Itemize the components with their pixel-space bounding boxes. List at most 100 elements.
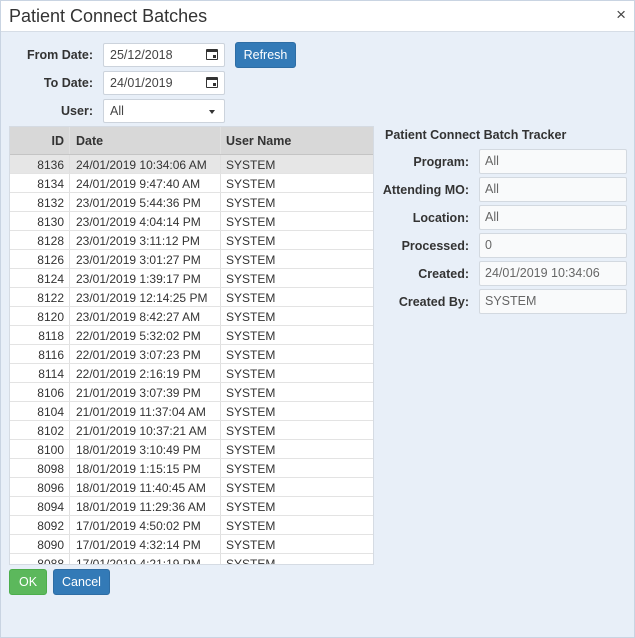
- from-date-field[interactable]: [103, 43, 225, 67]
- tracker-field-value: 24/01/2019 10:34:06 AM: [479, 261, 627, 303]
- cell-date: 22/01/2019 5:32:02 PM: [76, 329, 201, 343]
- cell-date: 23/01/2019 3:01:27 PM: [76, 253, 201, 267]
- column-header-date[interactable]: Date: [76, 134, 103, 148]
- cell-id: 8114: [38, 367, 64, 381]
- ok-button[interactable]: OK: [9, 569, 47, 595]
- table-row[interactable]: 8088 17/01/2019 4:21:19 PM SYSTEM: [10, 554, 373, 565]
- cell-date: 22/01/2019 3:07:23 PM: [76, 348, 201, 362]
- cell-id: 8094: [37, 500, 64, 514]
- close-icon[interactable]: ×: [616, 5, 626, 25]
- table-row[interactable]: 8136 24/01/2019 10:34:06 AM SYSTEM: [10, 155, 373, 174]
- cell-date: 21/01/2019 11:37:04 AM: [76, 405, 206, 419]
- table-row[interactable]: 8104 21/01/2019 11:37:04 AM SYSTEM: [10, 402, 373, 421]
- tracker-field-value: All: [479, 205, 627, 230]
- dialog-title: Patient Connect Batches: [9, 6, 208, 26]
- table-row[interactable]: 8128 23/01/2019 3:11:12 PM SYSTEM: [10, 231, 373, 250]
- cell-date: 18/01/2019 1:15:15 PM: [76, 462, 201, 476]
- cell-user-name: SYSTEM: [226, 234, 276, 248]
- cell-date: 18/01/2019 11:29:36 AM: [76, 500, 206, 514]
- cell-user-name: SYSTEM: [226, 538, 276, 552]
- cell-id: 8096: [37, 481, 64, 495]
- cell-id: 8136: [37, 158, 64, 172]
- cell-user-name: SYSTEM: [226, 196, 276, 210]
- table-row[interactable]: 8134 24/01/2019 9:47:40 AM SYSTEM: [10, 174, 373, 193]
- table-row[interactable]: 8116 22/01/2019 3:07:23 PM SYSTEM: [10, 345, 373, 364]
- calendar-icon[interactable]: [206, 49, 218, 60]
- table-row[interactable]: 8090 17/01/2019 4:32:14 PM SYSTEM: [10, 535, 373, 554]
- table-row[interactable]: 8122 23/01/2019 12:14:25 PM SYSTEM: [10, 288, 373, 307]
- batches-table: ID Date User Name 8136 24/01/2019 10:34:0…: [9, 126, 374, 565]
- cell-user-name: SYSTEM: [226, 329, 276, 343]
- cell-date: 23/01/2019 5:44:36 PM: [76, 196, 201, 210]
- patient-connect-batches-dialog: Patient Connect Batches × From Date: To …: [0, 0, 635, 638]
- cell-id: 8106: [37, 386, 64, 400]
- table-row[interactable]: 8118 22/01/2019 5:32:02 PM SYSTEM: [10, 326, 373, 345]
- table-row[interactable]: 8100 18/01/2019 3:10:49 PM SYSTEM: [10, 440, 373, 459]
- cell-id: 8100: [37, 443, 64, 457]
- cell-date: 18/01/2019 11:40:45 AM: [76, 481, 206, 495]
- cell-date: 23/01/2019 8:42:27 AM: [76, 310, 201, 324]
- cell-id: 8088: [37, 557, 64, 565]
- table-row[interactable]: 8102 21/01/2019 10:37:21 AM SYSTEM: [10, 421, 373, 440]
- user-label: User:: [61, 104, 93, 118]
- table-row[interactable]: 8126 23/01/2019 3:01:27 PM SYSTEM: [10, 250, 373, 269]
- cell-id: 8092: [37, 519, 64, 533]
- table-row[interactable]: 8094 18/01/2019 11:29:36 AM SYSTEM: [10, 497, 373, 516]
- cell-user-name: SYSTEM: [226, 310, 276, 324]
- cell-id: 8128: [37, 234, 64, 248]
- cell-user-name: SYSTEM: [226, 215, 276, 229]
- tracker-title: Patient Connect Batch Tracker: [385, 128, 567, 142]
- to-date-input[interactable]: [110, 73, 196, 93]
- cancel-button[interactable]: Cancel: [53, 569, 110, 595]
- cell-date: 17/01/2019 4:21:19 PM: [76, 557, 201, 565]
- cell-user-name: SYSTEM: [226, 253, 276, 267]
- table-row[interactable]: 8098 18/01/2019 1:15:15 PM SYSTEM: [10, 459, 373, 478]
- cell-user-name: SYSTEM: [226, 367, 276, 381]
- cell-user-name: SYSTEM: [226, 557, 276, 565]
- from-date-input[interactable]: [110, 45, 196, 65]
- cell-user-name: SYSTEM: [226, 177, 276, 191]
- cell-user-name: SYSTEM: [226, 386, 276, 400]
- tracker-field-label: Processed:: [401, 239, 469, 253]
- cell-id: 8102: [37, 424, 64, 438]
- table-row[interactable]: 8096 18/01/2019 11:40:45 AM SYSTEM: [10, 478, 373, 497]
- table-row[interactable]: 8124 23/01/2019 1:39:17 PM SYSTEM: [10, 269, 373, 288]
- calendar-icon[interactable]: [206, 77, 218, 88]
- cell-user-name: SYSTEM: [226, 158, 276, 172]
- column-header-user-name[interactable]: User Name: [226, 134, 291, 148]
- tracker-field-value: SYSTEM: [479, 289, 627, 314]
- cell-date: 24/01/2019 9:47:40 AM: [76, 177, 201, 191]
- cell-user-name: SYSTEM: [226, 348, 276, 362]
- cell-id: 8098: [37, 462, 64, 476]
- tracker-field-label: Attending MO:: [382, 183, 469, 197]
- table-row[interactable]: 8106 21/01/2019 3:07:39 PM SYSTEM: [10, 383, 373, 402]
- tracker-field-label: Created:: [418, 267, 469, 281]
- cell-id: 8090: [37, 538, 64, 552]
- tracker-field-value: All: [479, 177, 627, 202]
- tracker-field-value: All: [479, 149, 627, 174]
- table-row[interactable]: 8092 17/01/2019 4:50:02 PM SYSTEM: [10, 516, 373, 535]
- refresh-button[interactable]: Refresh: [235, 42, 296, 68]
- cell-date: 18/01/2019 3:10:49 PM: [76, 443, 201, 457]
- cell-date: 23/01/2019 12:14:25 PM: [76, 291, 208, 305]
- cell-user-name: SYSTEM: [226, 481, 276, 495]
- cell-id: 8124: [37, 272, 64, 286]
- user-select-value: All: [110, 104, 124, 118]
- from-date-label: From Date:: [27, 48, 93, 62]
- cell-date: 23/01/2019 3:11:12 PM: [76, 234, 200, 248]
- table-body: 8136 24/01/2019 10:34:06 AM SYSTEM 8134 24/0…: [10, 155, 373, 565]
- cell-id: 8104: [37, 405, 64, 419]
- table-row[interactable]: 8114 22/01/2019 2:16:19 PM SYSTEM: [10, 364, 373, 383]
- table-row[interactable]: 8130 23/01/2019 4:04:14 PM SYSTEM: [10, 212, 373, 231]
- tracker-field-value: 0: [479, 233, 627, 258]
- to-date-field[interactable]: [103, 71, 225, 95]
- title-bar: Patient Connect Batches ×: [1, 1, 634, 32]
- user-select[interactable]: All: [103, 99, 225, 123]
- cell-id: 8134: [37, 177, 64, 191]
- to-date-label: To Date:: [43, 76, 93, 90]
- table-row[interactable]: 8132 23/01/2019 5:44:36 PM SYSTEM: [10, 193, 373, 212]
- table-row[interactable]: 8120 23/01/2019 8:42:27 AM SYSTEM: [10, 307, 373, 326]
- cell-date: 17/01/2019 4:50:02 PM: [76, 519, 201, 533]
- cell-date: 23/01/2019 4:04:14 PM: [76, 215, 201, 229]
- column-header-id[interactable]: ID: [10, 134, 65, 148]
